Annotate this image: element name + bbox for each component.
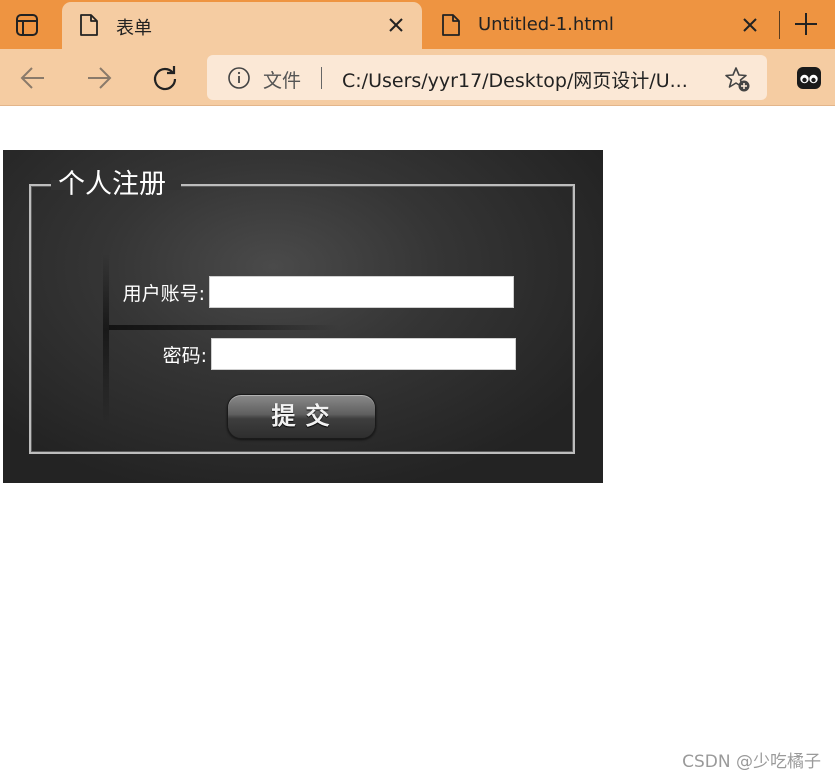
page-icon: [442, 14, 460, 36]
username-input[interactable]: [209, 276, 514, 308]
star-plus-icon[interactable]: [723, 65, 751, 93]
address-bar[interactable]: 文件 C:/Users/yyr17/Desktop/网页设计/U...: [207, 55, 767, 100]
password-input[interactable]: [211, 338, 516, 370]
close-icon[interactable]: [740, 15, 760, 35]
plus-icon[interactable]: [793, 11, 819, 37]
address-url[interactable]: C:/Users/yyr17/Desktop/网页设计/U...: [342, 66, 702, 93]
scheme-label: 文件: [263, 70, 302, 92]
tab-actions-icon[interactable]: [14, 12, 40, 38]
decorative-horizontal-line: [109, 325, 339, 330]
watermark-text: CSDN @少吃橘子: [682, 752, 821, 772]
tab-title: Untitled-1.html: [478, 14, 614, 35]
submit-button[interactable]: 提交: [227, 394, 376, 439]
tab-title: 表单: [116, 18, 152, 39]
arrow-right-icon[interactable]: [85, 64, 113, 92]
arrow-left-icon[interactable]: [19, 64, 47, 92]
registration-panel: 个人注册 用户账号: 密码: 提交: [3, 150, 603, 483]
tab-untitled[interactable]: Untitled-1.html: [424, 2, 776, 49]
form-legend: 个人注册: [58, 169, 166, 200]
page-icon: [80, 14, 98, 36]
reload-icon[interactable]: [151, 64, 179, 92]
close-icon[interactable]: [386, 15, 406, 35]
tab-divider: [779, 11, 780, 39]
browser-toolbar: 文件 C:/Users/yyr17/Desktop/网页设计/U...: [0, 49, 835, 106]
extension-icon[interactable]: [795, 65, 823, 91]
password-label: 密码:: [162, 345, 207, 367]
username-label: 用户账号:: [122, 283, 205, 305]
info-icon[interactable]: [227, 66, 251, 90]
tab-strip: 表单 Untitled-1.html: [0, 0, 835, 49]
address-separator: [321, 67, 322, 89]
tab-form[interactable]: 表单: [62, 2, 422, 49]
